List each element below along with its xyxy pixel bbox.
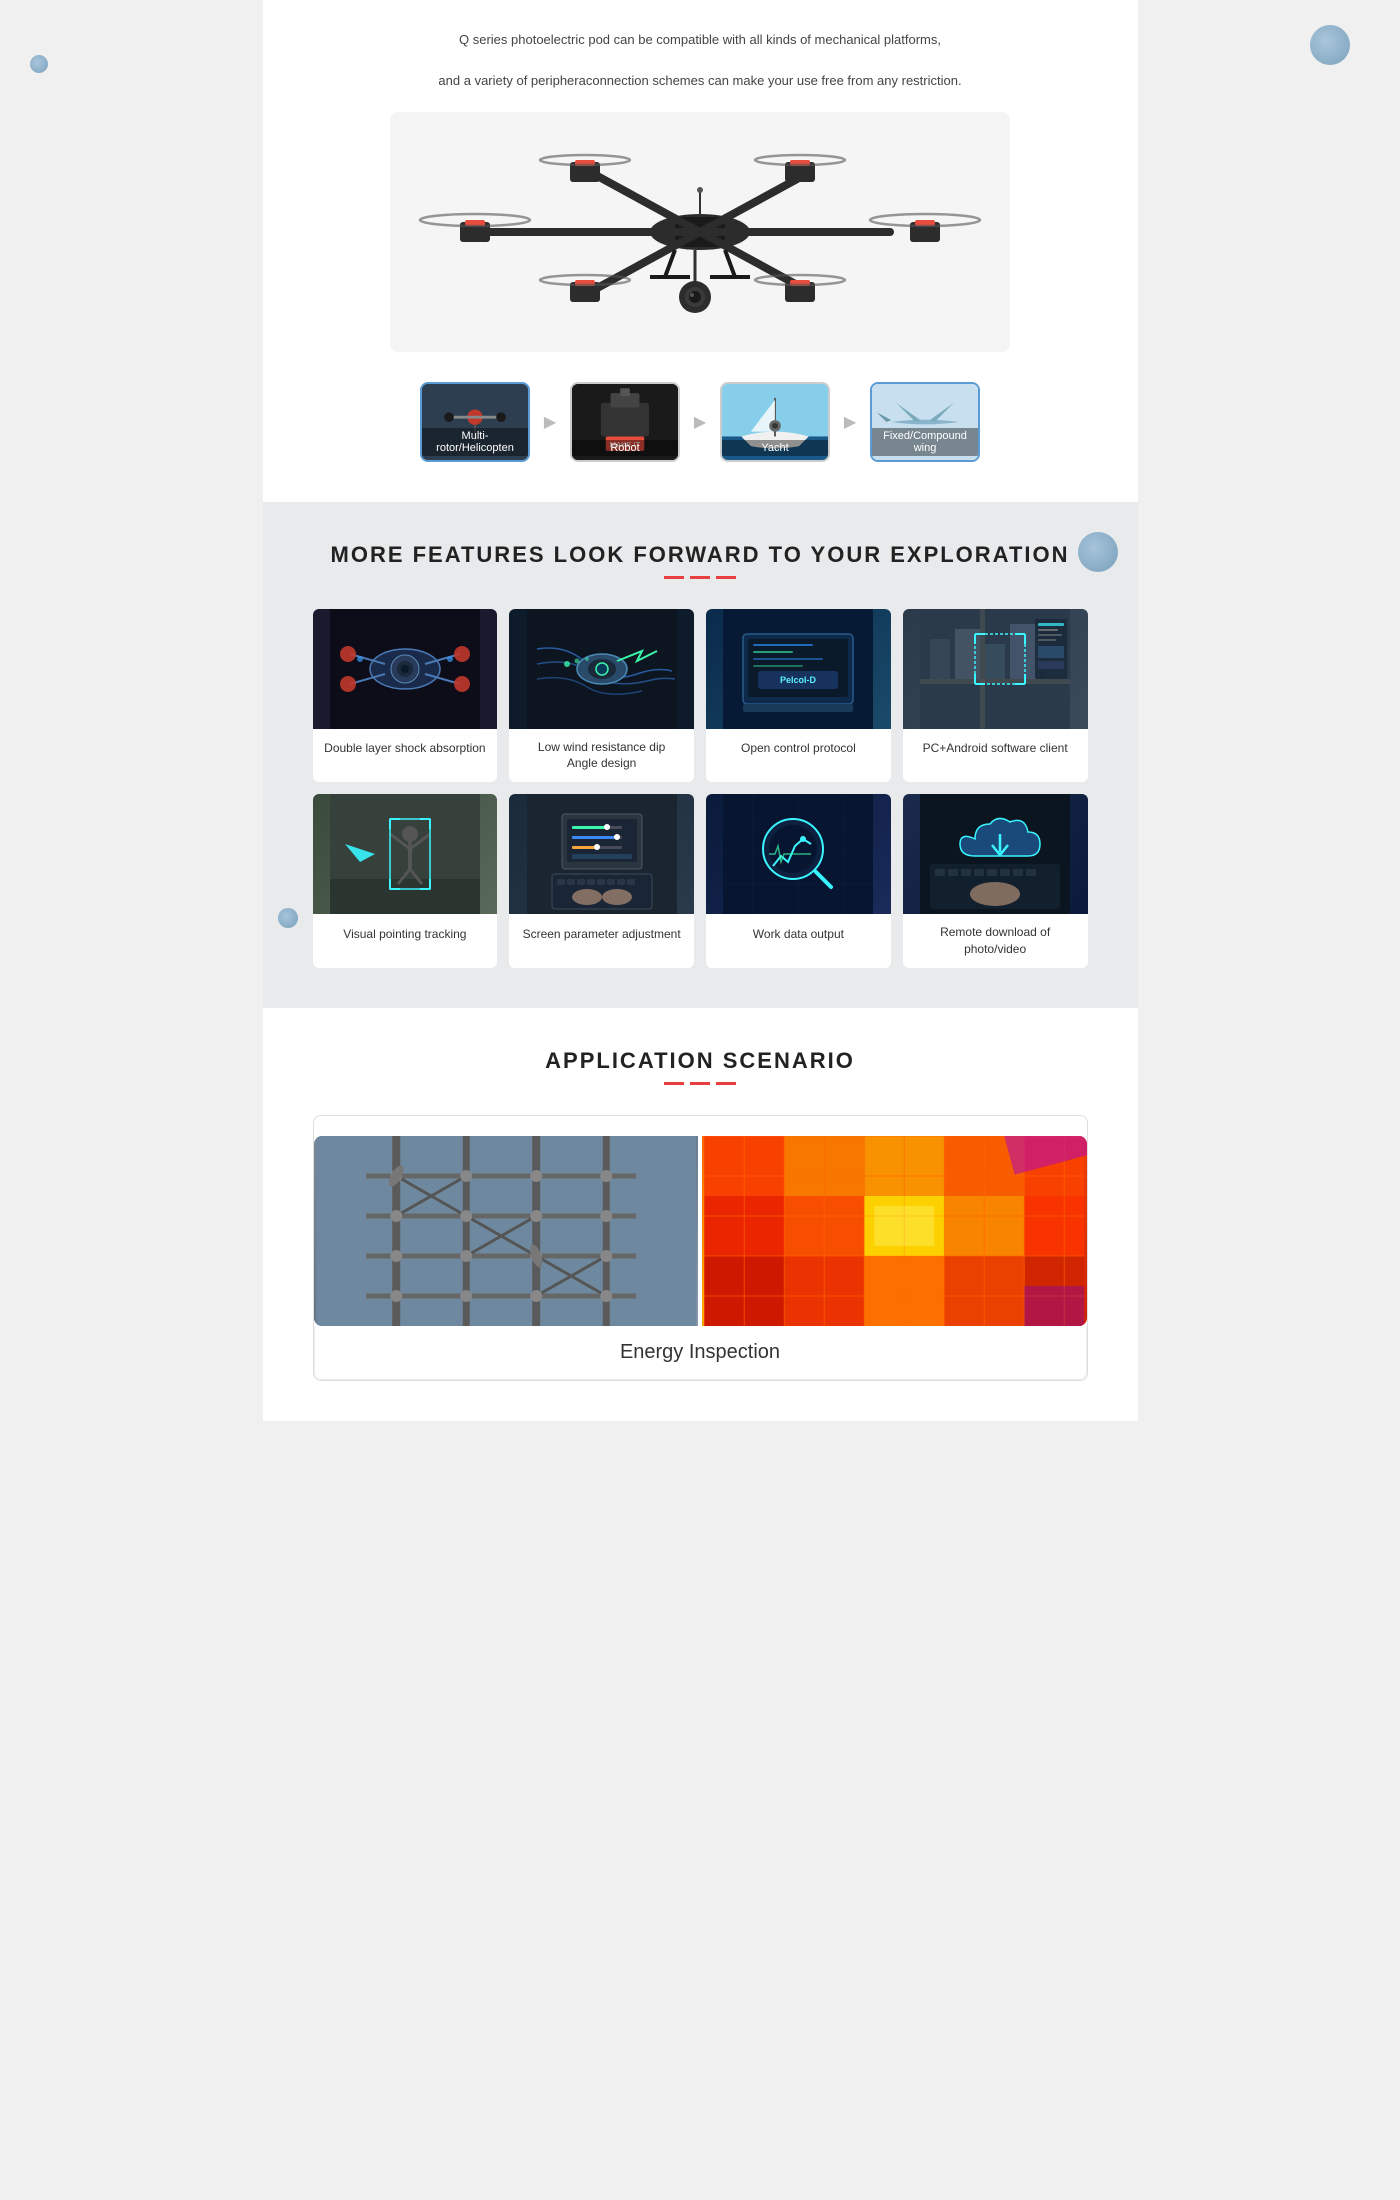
divider-bar-1	[664, 576, 684, 579]
bubble-top-right	[1078, 532, 1118, 572]
energy-inspection-label: Energy Inspection	[314, 1326, 1087, 1380]
feature-label-wind: Low wind resistance dip Angle design	[509, 729, 694, 783]
platform-robot[interactable]: MAKE IT Robot	[565, 382, 685, 462]
hero-description-line1: Q series photoelectric pod can be compat…	[283, 30, 1118, 51]
feature-label-software: PC+Android software client	[903, 729, 1088, 769]
platform-label-yacht: Yacht	[722, 440, 828, 456]
hero-description-line2: and a variety of peripheraconnection sch…	[283, 71, 1118, 92]
feature-img-software	[903, 609, 1088, 729]
platform-thumb-multi-rotor[interactable]: Multi-rotor/Helicopten	[420, 382, 530, 462]
app-img-thermal	[702, 1136, 1087, 1326]
drone-image	[390, 112, 1010, 352]
feature-label-shock: Double layer shock absorption	[313, 729, 498, 769]
platform-label-robot: Robot	[572, 440, 678, 456]
application-title: APPLICATION SCENARIO	[313, 1048, 1088, 1074]
application-section: APPLICATION SCENARIO	[263, 1008, 1138, 1421]
feature-img-protocol: Pelcol-D	[706, 609, 891, 729]
svg-text:Pelcol-D: Pelcol-D	[780, 675, 817, 685]
feature-card-data: Work data output	[706, 794, 891, 968]
hero-section: Q series photoelectric pod can be compat…	[263, 0, 1138, 502]
feature-img-data	[706, 794, 891, 914]
platform-thumb-robot[interactable]: MAKE IT Robot	[570, 382, 680, 462]
feature-img-screen	[509, 794, 694, 914]
feature-label-download: Remote download of photo/video	[903, 914, 1088, 968]
bubble-app-right	[1310, 25, 1350, 65]
platform-row: Multi-rotor/Helicopten ▶ MAKE IT Robot	[283, 372, 1118, 482]
platform-thumb-yacht[interactable]: Yacht	[720, 382, 830, 462]
app-divider-bar-3	[716, 1082, 736, 1085]
platform-yacht[interactable]: Yacht	[715, 382, 835, 462]
arrow-2: ▶	[685, 412, 715, 432]
platform-label-fixed: Fixed/Compound wing	[872, 428, 978, 456]
feature-card-download: Remote download of photo/video	[903, 794, 1088, 968]
feature-card-screen: Screen parameter adjustment	[509, 794, 694, 968]
app-divider-bar-2	[690, 1082, 710, 1085]
platform-thumb-fixed[interactable]: Fixed/Compound wing	[870, 382, 980, 462]
feature-label-protocol: Open control protocol	[706, 729, 891, 769]
features-title: MORE FEATURES LOOK FORWARD TO YOUR EXPLO…	[313, 542, 1088, 568]
feature-label-tracking: Visual pointing tracking	[313, 914, 498, 954]
platform-label-multi: Multi-rotor/Helicopten	[422, 428, 528, 456]
app-images-wrapper: Energy Inspection	[313, 1115, 1088, 1381]
divider-bar-3	[716, 576, 736, 579]
feature-card-protocol: Pelcol-D Open control protocol	[706, 609, 891, 783]
app-section-divider	[313, 1082, 1088, 1085]
feature-img-wind	[509, 609, 694, 729]
feature-img-tracking	[313, 794, 498, 914]
features-grid: Double layer shock absorption	[313, 609, 1088, 968]
feature-label-data: Work data output	[706, 914, 891, 954]
drone-svg	[390, 112, 1010, 352]
arrow-1: ▶	[535, 412, 565, 432]
divider-bar-2	[690, 576, 710, 579]
feature-card-shock: Double layer shock absorption	[313, 609, 498, 783]
feature-card-wind: Low wind resistance dip Angle design	[509, 609, 694, 783]
app-img-scaffold	[314, 1136, 699, 1326]
feature-img-shock	[313, 609, 498, 729]
arrow-3: ▶	[835, 412, 865, 432]
platform-multi-rotor[interactable]: Multi-rotor/Helicopten	[415, 382, 535, 462]
platform-fixed-wing[interactable]: Fixed/Compound wing	[865, 382, 985, 462]
feature-card-software: PC+Android software client	[903, 609, 1088, 783]
feature-label-screen: Screen parameter adjustment	[509, 914, 694, 954]
app-divider-bar-1	[664, 1082, 684, 1085]
section-divider	[313, 576, 1088, 579]
bubble-app-left	[30, 55, 48, 73]
energy-inspection-text: Energy Inspection	[620, 1341, 780, 1363]
feature-img-download	[903, 794, 1088, 914]
bubble-bottom-left	[278, 908, 298, 928]
app-images-grid	[314, 1136, 1087, 1326]
features-section: MORE FEATURES LOOK FORWARD TO YOUR EXPLO…	[263, 502, 1138, 1008]
feature-card-tracking: Visual pointing tracking	[313, 794, 498, 968]
